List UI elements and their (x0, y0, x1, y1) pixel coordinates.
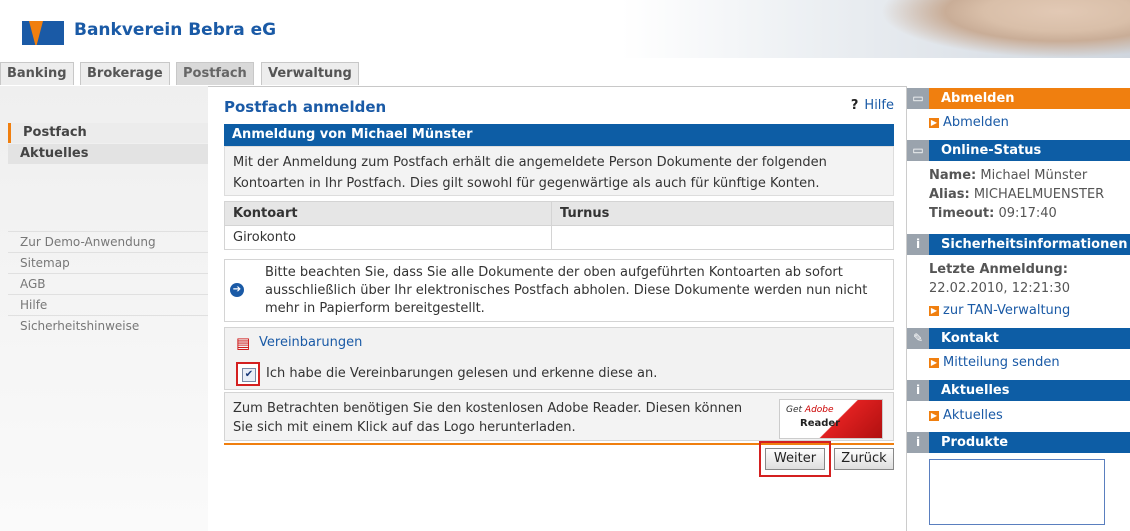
kontakt-header: ✎ Kontakt (907, 328, 1130, 349)
alias-label: Alias: (929, 187, 970, 202)
info-icon: i (907, 234, 929, 255)
adobe-reader-logo[interactable]: Get Adobe Reader (779, 399, 883, 439)
monitor-icon: ▭ (907, 140, 929, 161)
notice-text: Bitte beachten Sie, dass Sie alle Dokume… (265, 265, 868, 316)
checkbox-highlight: ✔ (236, 362, 260, 386)
leftnav-link-sitemap[interactable]: Sitemap (8, 252, 208, 272)
account-type-table: Kontoart Turnus Girokonto (224, 201, 894, 250)
info-icon: i (907, 380, 929, 401)
page-header: Bankverein Bebra eG (0, 0, 1130, 58)
mitteilung-link[interactable]: ▶ Mitteilung senden (929, 355, 1060, 370)
last-login-value: 22.02.2010, 12:21:30 (929, 281, 1071, 296)
last-login-label: Letzte Anmeldung: (929, 262, 1068, 277)
pdf-icon[interactable]: ▤ (236, 334, 250, 352)
online-status-header: ▭ Online-Status (907, 140, 1130, 161)
abmelden-link[interactable]: ▶ Abmelden (929, 115, 1009, 130)
kontakt-title: Kontakt (941, 331, 999, 346)
intro-text: Mit der Anmeldung zum Postfach erhält di… (224, 146, 894, 196)
mitteilung-link-label: Mitteilung senden (943, 355, 1060, 370)
reader-logo-get: Get (786, 405, 805, 415)
bank-name: Bankverein Bebra eG (74, 20, 277, 40)
vereinbarungen-link[interactable]: Vereinbarungen (259, 335, 362, 350)
name-value: Michael Münster (980, 168, 1088, 183)
arrow-right-icon: ▶ (929, 357, 939, 368)
abmelden-link-label: Abmelden (943, 115, 1009, 130)
main-tabs: Banking Brokerage Postfach Verwaltung (0, 62, 1130, 87)
arrow-right-icon: ▶ (929, 305, 939, 316)
leftnav-item-postfach[interactable]: Postfach (8, 123, 208, 143)
security-title: Sicherheitsinformationen (941, 237, 1128, 252)
leftnav-link-hilfe[interactable]: Hilfe (8, 294, 208, 314)
timeout-value: 09:17:40 (998, 206, 1057, 221)
left-navigation: Postfach Aktuelles Zur Demo-Anwendung Si… (0, 86, 208, 531)
aktuelles-title: Aktuelles (941, 383, 1010, 398)
table-cell: Girokonto (224, 225, 552, 250)
tab-banking[interactable]: Banking (0, 62, 74, 85)
weiter-button[interactable]: Weiter (765, 448, 825, 470)
arrow-right-icon: ▶ (929, 410, 939, 421)
reader-logo-line1: Get Adobe (786, 405, 834, 415)
section-header: Anmeldung von Michael Münster (224, 124, 894, 146)
aktuelles-link-label: Aktuelles (943, 408, 1003, 423)
column-header-kontoart: Kontoart (224, 201, 552, 226)
pencil-icon: ✎ (907, 328, 929, 349)
right-sidebar: ▭ Abmelden ▶ Abmelden ▭ Online-Status Name:… (906, 86, 1130, 531)
name-label: Name: (929, 168, 977, 183)
produkte-box[interactable] (929, 459, 1105, 525)
bank-logo-icon[interactable] (22, 21, 64, 45)
help-label: Hilfe (864, 98, 894, 113)
status-timeout: Timeout: 09:17:40 (929, 204, 1104, 223)
agree-label[interactable]: Ich habe die Vereinbarungen gelesen und … (266, 366, 657, 381)
online-status-info: Name: Michael Münster Alias: MICHAELMUEN… (929, 166, 1104, 223)
help-icon: ? (850, 98, 859, 113)
table-cell (551, 225, 894, 250)
reader-text: Zum Betrachten benötigen Sie den kostenl… (233, 401, 743, 435)
abmelden-header: ▭ Abmelden (907, 88, 1130, 109)
notice-box: ➔ Bitte beachten Sie, dass Sie alle Doku… (224, 259, 894, 322)
monitor-icon: ▭ (907, 88, 929, 109)
help-link[interactable]: ? Hilfe (851, 98, 894, 113)
status-alias: Alias: MICHAELMUENSTER (929, 185, 1104, 204)
header-photo (880, 0, 1130, 58)
leftnav-item-aktuelles[interactable]: Aktuelles (8, 144, 208, 164)
timeout-label: Timeout: (929, 206, 995, 221)
arrow-right-icon: ▶ (929, 117, 939, 128)
leftnav-link-agb[interactable]: AGB (8, 273, 208, 293)
adobe-reader-box: Zum Betrachten benötigen Sie den kostenl… (224, 392, 894, 441)
aktuelles-link[interactable]: ▶ Aktuelles (929, 408, 1003, 423)
alias-value: MICHAELMUENSTER (973, 187, 1105, 202)
online-status-title: Online-Status (941, 143, 1042, 158)
table-row: Girokonto (224, 225, 894, 250)
tab-brokerage[interactable]: Brokerage (80, 62, 170, 85)
security-info: Letzte Anmeldung: 22.02.2010, 12:21:30 (929, 260, 1070, 298)
reader-logo-line2: Reader (800, 418, 841, 429)
arrow-right-info-icon: ➔ (230, 283, 244, 297)
leftnav-link-sicherheitshinweise[interactable]: Sicherheitshinweise (8, 315, 208, 335)
zurueck-button[interactable]: Zurück (834, 448, 894, 470)
tan-link[interactable]: ▶ zur TAN-Verwaltung (929, 303, 1070, 318)
status-name: Name: Michael Münster (929, 166, 1104, 185)
tab-verwaltung[interactable]: Verwaltung (261, 62, 359, 85)
table-header-row: Kontoart Turnus (224, 201, 894, 226)
produkte-header: i Produkte (907, 432, 1130, 453)
abmelden-title: Abmelden (941, 91, 1015, 106)
security-header: i Sicherheitsinformationen (907, 234, 1130, 255)
agree-checkbox[interactable]: ✔ (242, 368, 256, 382)
column-header-turnus: Turnus (551, 201, 894, 226)
agreement-box: ▤ Vereinbarungen ✔ Ich habe die Vereinba… (224, 327, 894, 390)
leftnav-link-demo[interactable]: Zur Demo-Anwendung (8, 231, 208, 251)
produkte-title: Produkte (941, 435, 1009, 450)
page-title: Postfach anmelden (224, 98, 387, 116)
tab-postfach[interactable]: Postfach (176, 62, 254, 85)
info-icon: i (907, 432, 929, 453)
tan-link-label: zur TAN-Verwaltung (943, 303, 1071, 318)
reader-logo-adobe: Adobe (804, 405, 834, 415)
aktuelles-header: i Aktuelles (907, 380, 1130, 401)
